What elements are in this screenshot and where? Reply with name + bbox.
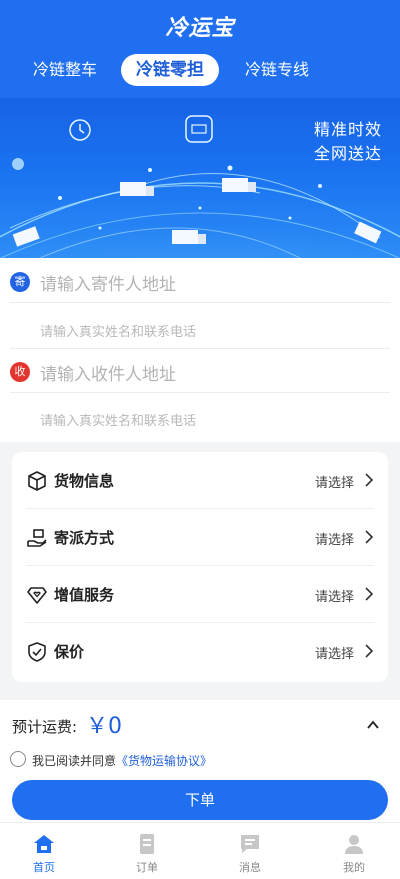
option-value: 请选择 xyxy=(314,590,354,605)
receiver-contact-input[interactable]: 请输入真实姓名和联系电话 xyxy=(40,410,196,429)
tabbar-label: 订单 xyxy=(136,861,158,874)
chevron-right-icon xyxy=(365,530,374,544)
slogan-line-2: 全网送达 xyxy=(313,144,382,163)
user-icon xyxy=(345,835,363,854)
order-summary: 预计运费: ￥0 我已阅读并同意《货物运输协议》 下单 xyxy=(0,700,400,822)
bottom-tabbar: 首页 订单 消息 我的 xyxy=(0,822,400,879)
sender-address-row[interactable]: 寄 请输入寄件人地址 请输入真实姓名和联系电话 xyxy=(0,258,400,348)
service-tabs: 冷链整车 冷链零担 冷链专线 xyxy=(0,54,400,86)
app-title: 冷运宝 xyxy=(165,16,235,41)
banner-slogan: 精准时效 全网送达 xyxy=(314,118,382,166)
message-icon xyxy=(241,835,259,853)
home-icon xyxy=(34,835,54,853)
option-label: 寄派方式 xyxy=(54,529,115,547)
tab-dedicated-line[interactable]: 冷链专线 xyxy=(234,54,320,86)
tab-full-truckload[interactable]: 冷链整车 xyxy=(22,54,108,86)
chevron-up-icon[interactable] xyxy=(366,718,380,732)
estimated-fee-label: 预计运费: xyxy=(12,718,78,736)
order-icon xyxy=(140,834,154,854)
hand-delivery-icon xyxy=(27,529,47,547)
sender-contact-input[interactable]: 请输入真实姓名和联系电话 xyxy=(40,321,196,340)
promo-banner[interactable]: 精准时效 全网送达 xyxy=(0,98,400,258)
tabbar-item-orders[interactable]: 订单 xyxy=(117,833,177,875)
header: 冷运宝 冷链整车 冷链零担 冷链专线 xyxy=(0,0,400,98)
chevron-right-icon xyxy=(365,644,374,658)
box-icon xyxy=(28,471,46,491)
tabbar-label: 我的 xyxy=(343,861,365,874)
slogan-line-1: 精准时效 xyxy=(313,120,382,139)
tabbar-label: 消息 xyxy=(239,861,261,874)
option-value: 请选择 xyxy=(314,533,354,548)
option-label: 增值服务 xyxy=(54,586,115,604)
truck-badge-icon xyxy=(185,115,213,143)
tab-less-than-truckload[interactable]: 冷链零担 xyxy=(121,54,219,86)
tabbar-item-home[interactable]: 首页 xyxy=(14,833,74,875)
agreement-checkbox[interactable] xyxy=(10,751,26,767)
shipment-options-card: 货物信息 请选择 寄派方式 请选择 增值服务 请选择 保价 请选择 xyxy=(12,452,388,682)
option-cargo-info[interactable]: 货物信息 请选择 xyxy=(12,452,388,509)
option-value: 请选择 xyxy=(314,476,354,491)
divider xyxy=(10,392,390,393)
agreement-link[interactable]: 《货物运输协议》 xyxy=(116,754,212,768)
option-value-added-services[interactable]: 增值服务 请选择 xyxy=(12,566,388,623)
receiver-address-input[interactable]: 请输入收件人地址 xyxy=(40,360,176,385)
clock-icon xyxy=(69,119,91,141)
divider xyxy=(10,302,390,303)
tabbar-item-messages[interactable]: 消息 xyxy=(220,833,280,875)
tabbar-label: 首页 xyxy=(33,861,55,874)
option-insured-value[interactable]: 保价 请选择 xyxy=(12,623,388,680)
receiver-badge: 收 xyxy=(10,362,30,382)
option-label: 保价 xyxy=(54,643,85,661)
option-pickup-delivery[interactable]: 寄派方式 请选择 xyxy=(12,509,388,566)
agreement-text: 我已阅读并同意《货物运输协议》 xyxy=(32,752,212,769)
option-value: 请选择 xyxy=(314,647,354,662)
shield-check-icon xyxy=(28,642,46,662)
receiver-address-row[interactable]: 收 请输入收件人地址 请输入真实姓名和联系电话 xyxy=(0,348,400,442)
address-card: 寄 请输入寄件人地址 请输入真实姓名和联系电话 收 请输入收件人地址 请输入真实… xyxy=(0,258,400,442)
place-order-button[interactable]: 下单 xyxy=(12,780,388,820)
sender-badge: 寄 xyxy=(10,272,30,292)
diamond-heart-icon xyxy=(27,587,47,604)
sender-address-input[interactable]: 请输入寄件人地址 xyxy=(40,270,176,295)
tabbar-item-profile[interactable]: 我的 xyxy=(324,833,384,875)
chevron-right-icon xyxy=(365,587,374,601)
option-label: 货物信息 xyxy=(54,472,115,490)
chevron-right-icon xyxy=(365,473,374,487)
estimated-fee-value: ￥0 xyxy=(86,714,122,739)
agreement-prefix: 我已阅读并同意 xyxy=(32,754,117,768)
